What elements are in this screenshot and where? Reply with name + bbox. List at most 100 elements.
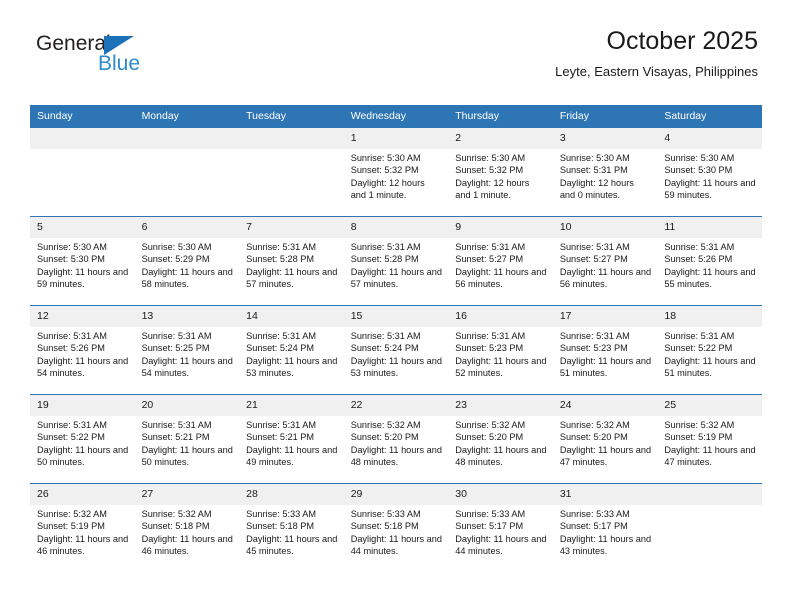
calendar-day-cell[interactable]: 13 Sunrise: 5:31 AM Sunset: 5:25 PM Dayligh… — [134, 305, 240, 395]
calendar-day-cell[interactable]: 31 Sunrise: 5:33 AM Sunset: 5:17 PM Dayligh… — [552, 483, 658, 572]
day-number: 17 — [552, 306, 658, 327]
sunrise-text: Sunrise: 5:31 AM — [350, 242, 421, 252]
title-block: October 2025 Leyte, Eastern Visayas, Phi… — [555, 26, 758, 82]
daylight-text: Daylight: 11 hours and 50 minutes. — [37, 444, 129, 468]
daylight-text: Daylight: 12 hours and 1 minute. — [455, 177, 530, 201]
sunset-text: Sunset: 5:23 PM — [559, 343, 628, 354]
daylight-text: Daylight: 11 hours and 51 minutes. — [664, 355, 756, 379]
calendar-day-cell[interactable]: 7 Sunrise: 5:31 AM Sunset: 5:28 PM Daylight… — [239, 216, 344, 306]
calendar-day-cell[interactable]: 16 Sunrise: 5:31 AM Sunset: 5:23 PM Dayligh… — [448, 305, 553, 395]
calendar-day-cell[interactable]: 19 Sunrise: 5:31 AM Sunset: 5:22 PM Dayligh… — [30, 394, 135, 484]
calendar-day-cell[interactable]: 20 Sunrise: 5:31 AM Sunset: 5:21 PM Dayligh… — [134, 394, 240, 484]
calendar-day-cell[interactable] — [657, 483, 762, 572]
day-sun-info: Sunrise: 5:31 AM Sunset: 5:28 PM Daylight:… — [239, 238, 344, 291]
calendar-day-cell[interactable]: 10 Sunrise: 5:31 AM Sunset: 5:27 PM Dayligh… — [552, 216, 658, 306]
calendar-day-cell[interactable]: 4 Sunrise: 5:30 AM Sunset: 5:30 PM Daylight… — [657, 127, 762, 217]
day-sun-info: Sunrise: 5:30 AM Sunset: 5:31 PM Daylight:… — [553, 149, 658, 202]
day-number: 7 — [239, 217, 344, 238]
day-number: 25 — [657, 395, 762, 416]
sunrise-text: Sunrise: 5:33 AM — [559, 509, 630, 519]
calendar-day-cell[interactable] — [30, 127, 135, 217]
day-number — [30, 128, 135, 149]
daylight-text: Daylight: 11 hours and 53 minutes. — [350, 355, 442, 379]
calendar-day-cell[interactable]: 27 Sunrise: 5:32 AM Sunset: 5:18 PM Dayligh… — [134, 483, 240, 572]
calendar-day-cell[interactable]: 11 Sunrise: 5:31 AM Sunset: 5:26 PM Dayligh… — [657, 216, 762, 306]
day-sun-info: Sunrise: 5:30 AM Sunset: 5:32 PM Daylight:… — [448, 149, 553, 202]
sunset-text: Sunset: 5:23 PM — [455, 343, 524, 354]
sunset-text: Sunset: 5:18 PM — [246, 521, 315, 532]
sunrise-text: Sunrise: 5:33 AM — [455, 509, 526, 519]
sunrise-text: Sunrise: 5:32 AM — [350, 420, 421, 430]
daylight-text: Daylight: 11 hours and 59 minutes. — [37, 266, 129, 290]
day-sun-info: Sunrise: 5:31 AM Sunset: 5:24 PM Daylight:… — [344, 327, 449, 380]
logo-text-blue: Blue — [98, 52, 141, 75]
day-number: 2 — [448, 128, 553, 149]
calendar-day-cell[interactable]: 28 Sunrise: 5:33 AM Sunset: 5:18 PM Dayligh… — [239, 483, 344, 572]
calendar-day-cell[interactable]: 5 Sunrise: 5:30 AM Sunset: 5:30 PM Daylight… — [30, 216, 135, 306]
day-sun-info: Sunrise: 5:33 AM Sunset: 5:17 PM Daylight:… — [448, 505, 553, 558]
sunrise-text: Sunrise: 5:30 AM — [141, 242, 212, 252]
sunrise-text: Sunrise: 5:31 AM — [455, 242, 526, 252]
page-header: General Blue October 2025 Leyte, Eastern… — [36, 26, 758, 98]
calendar-day-cell[interactable]: 17 Sunrise: 5:31 AM Sunset: 5:23 PM Dayligh… — [552, 305, 658, 395]
calendar-day-cell[interactable]: 23 Sunrise: 5:32 AM Sunset: 5:20 PM Dayligh… — [448, 394, 553, 484]
calendar-day-cell[interactable]: 18 Sunrise: 5:31 AM Sunset: 5:22 PM Dayligh… — [657, 305, 762, 395]
calendar-day-cell[interactable]: 24 Sunrise: 5:32 AM Sunset: 5:20 PM Dayligh… — [552, 394, 658, 484]
calendar-body: 1 Sunrise: 5:30 AM Sunset: 5:32 PM Daylight… — [30, 127, 762, 572]
day-sun-info: Sunrise: 5:31 AM Sunset: 5:21 PM Daylight:… — [135, 416, 240, 469]
sunrise-text: Sunrise: 5:31 AM — [141, 331, 212, 341]
daylight-text: Daylight: 11 hours and 55 minutes. — [664, 266, 756, 290]
sunset-text: Sunset: 5:31 PM — [559, 165, 628, 176]
calendar-day-cell[interactable]: 9 Sunrise: 5:31 AM Sunset: 5:27 PM Daylight… — [448, 216, 553, 306]
day-number: 16 — [448, 306, 553, 327]
weekday-header-friday: Friday — [552, 105, 658, 128]
daylight-text: Daylight: 12 hours and 0 minutes. — [559, 177, 634, 201]
daylight-text: Daylight: 11 hours and 58 minutes. — [141, 266, 233, 290]
day-sun-info: Sunrise: 5:32 AM Sunset: 5:20 PM Daylight:… — [448, 416, 553, 469]
daylight-text: Daylight: 11 hours and 48 minutes. — [455, 444, 547, 468]
day-sun-info: Sunrise: 5:31 AM Sunset: 5:27 PM Daylight:… — [448, 238, 553, 291]
day-sun-info: Sunrise: 5:30 AM Sunset: 5:30 PM Daylight:… — [657, 149, 762, 202]
daylight-text: Daylight: 11 hours and 54 minutes. — [37, 355, 129, 379]
general-blue-logo[interactable]: General Blue — [36, 32, 226, 90]
calendar-day-cell[interactable]: 14 Sunrise: 5:31 AM Sunset: 5:24 PM Dayligh… — [239, 305, 344, 395]
day-number — [134, 128, 240, 149]
day-sun-info: Sunrise: 5:32 AM Sunset: 5:18 PM Daylight:… — [135, 505, 240, 558]
calendar-day-cell[interactable]: 22 Sunrise: 5:32 AM Sunset: 5:20 PM Dayligh… — [343, 394, 449, 484]
calendar-day-cell[interactable]: 21 Sunrise: 5:31 AM Sunset: 5:21 PM Dayligh… — [239, 394, 344, 484]
sunset-text: Sunset: 5:27 PM — [455, 254, 524, 265]
weekday-header-saturday: Saturday — [657, 105, 762, 128]
day-number: 30 — [448, 484, 553, 505]
sunset-text: Sunset: 5:18 PM — [141, 521, 210, 532]
day-number: 19 — [30, 395, 135, 416]
sunrise-text: Sunrise: 5:31 AM — [559, 242, 630, 252]
sunrise-text: Sunrise: 5:31 AM — [350, 331, 421, 341]
calendar-day-cell[interactable] — [134, 127, 240, 217]
calendar-day-cell[interactable] — [239, 127, 344, 217]
calendar-day-cell[interactable]: 26 Sunrise: 5:32 AM Sunset: 5:19 PM Dayligh… — [30, 483, 135, 572]
weekday-header-wednesday: Wednesday — [343, 105, 449, 128]
calendar-day-cell[interactable]: 30 Sunrise: 5:33 AM Sunset: 5:17 PM Dayligh… — [448, 483, 553, 572]
sunrise-text: Sunrise: 5:31 AM — [455, 331, 526, 341]
sunrise-text: Sunrise: 5:30 AM — [455, 153, 526, 163]
sunset-text: Sunset: 5:29 PM — [141, 254, 210, 265]
calendar-day-cell[interactable]: 8 Sunrise: 5:31 AM Sunset: 5:28 PM Daylight… — [343, 216, 449, 306]
calendar-day-cell[interactable]: 1 Sunrise: 5:30 AM Sunset: 5:32 PM Daylight… — [343, 127, 449, 217]
day-number: 13 — [134, 306, 240, 327]
day-number: 28 — [239, 484, 344, 505]
calendar-day-cell[interactable]: 6 Sunrise: 5:30 AM Sunset: 5:29 PM Daylight… — [134, 216, 240, 306]
calendar-day-cell[interactable]: 25 Sunrise: 5:32 AM Sunset: 5:19 PM Dayligh… — [657, 394, 762, 484]
calendar-day-cell[interactable]: 3 Sunrise: 5:30 AM Sunset: 5:31 PM Daylight… — [552, 127, 658, 217]
sunset-text: Sunset: 5:20 PM — [559, 432, 628, 443]
day-sun-info: Sunrise: 5:31 AM Sunset: 5:21 PM Daylight:… — [239, 416, 344, 469]
day-sun-info: Sunrise: 5:30 AM Sunset: 5:29 PM Daylight:… — [135, 238, 240, 291]
calendar-day-cell[interactable]: 2 Sunrise: 5:30 AM Sunset: 5:32 PM Daylight… — [448, 127, 553, 217]
day-sun-info: Sunrise: 5:32 AM Sunset: 5:20 PM Daylight:… — [344, 416, 449, 469]
daylight-text: Daylight: 11 hours and 46 minutes. — [37, 533, 129, 557]
calendar-day-cell[interactable]: 15 Sunrise: 5:31 AM Sunset: 5:24 PM Dayligh… — [343, 305, 449, 395]
sunset-text: Sunset: 5:28 PM — [350, 254, 419, 265]
calendar-day-cell[interactable]: 29 Sunrise: 5:33 AM Sunset: 5:18 PM Dayligh… — [343, 483, 449, 572]
calendar-day-cell[interactable]: 12 Sunrise: 5:31 AM Sunset: 5:26 PM Dayligh… — [30, 305, 135, 395]
daylight-text: Daylight: 11 hours and 47 minutes. — [559, 444, 652, 468]
day-number: 21 — [239, 395, 344, 416]
